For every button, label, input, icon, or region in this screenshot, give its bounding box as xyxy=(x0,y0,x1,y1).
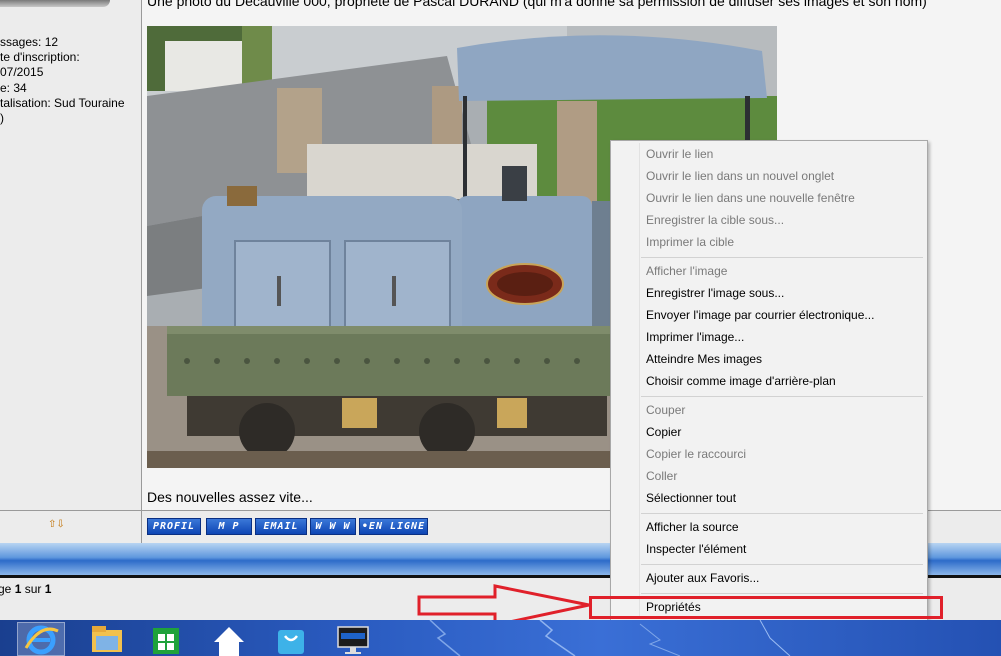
menu-separator xyxy=(641,564,923,565)
menu-separator xyxy=(641,257,923,258)
user-location: talisation: Sud Touraine xyxy=(0,96,125,110)
menu-gutter xyxy=(639,143,640,619)
menu-show-image[interactable]: Afficher l'image xyxy=(646,264,727,278)
shopping-bag-icon[interactable] xyxy=(268,622,316,656)
user-join-label: te d'inscription: xyxy=(0,50,80,64)
menu-separator xyxy=(641,513,923,514)
menu-select-all[interactable]: Sélectionner tout xyxy=(646,491,736,505)
file-explorer-icon[interactable] xyxy=(84,622,132,656)
menu-separator xyxy=(641,396,923,397)
post-author-panel: ssages: 12 te d'inscription: 07/2015 e: … xyxy=(0,0,142,510)
user-age: e: 34 xyxy=(0,81,27,95)
internet-explorer-icon[interactable] xyxy=(17,622,65,656)
menu-print-target[interactable]: Imprimer la cible xyxy=(646,235,734,249)
menu-email-image[interactable]: Envoyer l'image par courrier électroniqu… xyxy=(646,308,874,322)
menu-view-source[interactable]: Afficher la source xyxy=(646,520,739,534)
menu-add-favorites[interactable]: Ajouter aux Favoris... xyxy=(646,571,759,585)
column-divider xyxy=(141,511,142,543)
menu-inspect-element[interactable]: Inspecter l'élément xyxy=(646,542,746,556)
menu-copy[interactable]: Copier xyxy=(646,425,681,439)
menu-goto-my-pictures[interactable]: Atteindre Mes images xyxy=(646,352,762,366)
windows-taskbar xyxy=(0,620,1001,656)
pager-mid: sur xyxy=(21,582,45,596)
menu-set-background[interactable]: Choisir comme image d'arrière-plan xyxy=(646,374,836,388)
online-status-button[interactable]: •EN LIGNE xyxy=(359,518,428,535)
pager-total: 1 xyxy=(44,582,52,596)
post-caption: Une photo du Decauville 000, propriété d… xyxy=(147,0,927,9)
website-button[interactable]: W W W xyxy=(310,518,356,535)
menu-open-new-window[interactable]: Ouvrir le lien dans une nouvelle fenêtre xyxy=(646,191,855,205)
private-message-button[interactable]: M P xyxy=(206,518,252,535)
menu-save-target[interactable]: Enregistrer la cible sous... xyxy=(646,213,784,227)
menu-open-link[interactable]: Ouvrir le lien xyxy=(646,147,713,161)
menu-cut[interactable]: Couper xyxy=(646,403,685,417)
home-icon[interactable] xyxy=(206,622,254,656)
menu-copy-shortcut[interactable]: Copier le raccourci xyxy=(646,447,746,461)
user-location-end: ) xyxy=(0,111,4,125)
avatar xyxy=(0,0,110,7)
nav-arrows-icon[interactable]: ⇧⇩ xyxy=(48,519,65,530)
menu-save-image[interactable]: Enregistrer l'image sous... xyxy=(646,286,784,300)
pager-prefix: ge xyxy=(0,582,12,596)
post-footer-text: Des nouvelles assez vite... xyxy=(147,489,313,505)
menu-separator xyxy=(641,593,923,594)
profile-button[interactable]: PROFIL xyxy=(147,518,201,535)
pagination: ge 1 sur 1 xyxy=(0,582,51,596)
context-menu: Ouvrir le lien Ouvrir le lien dans un no… xyxy=(610,140,928,622)
menu-paste[interactable]: Coller xyxy=(646,469,677,483)
properties-highlight-box xyxy=(589,596,943,619)
lenovo-monitor-icon[interactable] xyxy=(330,622,378,656)
store-icon[interactable] xyxy=(143,622,191,656)
menu-print-image[interactable]: Imprimer l'image... xyxy=(646,330,744,344)
user-join-date: 07/2015 xyxy=(0,65,44,79)
user-posts-count: ssages: 12 xyxy=(0,35,59,49)
menu-open-new-tab[interactable]: Ouvrir le lien dans un nouvel onglet xyxy=(646,169,834,183)
email-button[interactable]: EMAIL xyxy=(255,518,307,535)
